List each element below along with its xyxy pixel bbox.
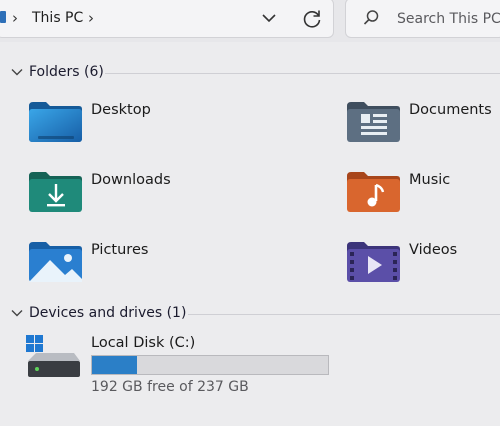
folder-pictures[interactable]: Pictures (28, 238, 188, 288)
folder-label: Desktop (91, 102, 151, 118)
folder-downloads[interactable]: Downloads (28, 168, 188, 218)
this-pc-icon (0, 11, 6, 23)
folder-label: Downloads (91, 172, 171, 188)
documents-folder-icon (347, 102, 400, 142)
desktop-folder-icon (29, 102, 82, 142)
chevron-down-icon[interactable] (260, 9, 278, 27)
drive-usage-bar (91, 355, 329, 375)
drive-local-disk-c[interactable]: Local Disk (C:) 192 GB free of 237 GB (22, 333, 342, 403)
drive-usage-fill (92, 356, 137, 374)
chevron-down-icon[interactable] (10, 65, 24, 79)
folder-label: Music (409, 172, 451, 188)
folders-section-header[interactable]: Folders (6) (10, 64, 500, 82)
folder-videos[interactable]: Videos (346, 238, 500, 288)
address-bar[interactable]: › This PC › (0, 0, 334, 38)
breadcrumb-this-pc[interactable]: This PC (32, 10, 83, 26)
chevron-right-icon[interactable]: › (12, 9, 18, 27)
folder-label: Pictures (91, 242, 149, 258)
refresh-icon[interactable] (300, 7, 324, 31)
pictures-folder-icon (29, 242, 82, 282)
folder-music[interactable]: Music (346, 168, 500, 218)
drive-free-space: 192 GB free of 237 GB (91, 379, 249, 395)
folder-label: Documents (409, 102, 492, 118)
address-toolbar: › This PC › Search This PC (0, 0, 500, 42)
search-placeholder: Search This PC (397, 11, 500, 27)
drive-label: Local Disk (C:) (91, 335, 196, 351)
section-title: Devices and drives (1) (29, 305, 187, 321)
folder-desktop[interactable]: Desktop (28, 98, 188, 148)
devices-section-header[interactable]: Devices and drives (1) (10, 305, 500, 323)
search-box[interactable]: Search This PC (345, 0, 500, 38)
section-title: Folders (6) (29, 64, 104, 80)
music-folder-icon (347, 172, 400, 212)
videos-folder-icon (347, 242, 400, 282)
downloads-folder-icon (29, 172, 82, 212)
chevron-right-icon[interactable]: › (88, 9, 94, 27)
chevron-down-icon[interactable] (10, 306, 24, 320)
folder-label: Videos (409, 242, 458, 258)
search-icon (363, 10, 379, 25)
section-divider (105, 73, 500, 74)
local-disk-icon (26, 335, 80, 377)
section-divider (188, 314, 500, 315)
folder-documents[interactable]: Documents (346, 98, 500, 148)
